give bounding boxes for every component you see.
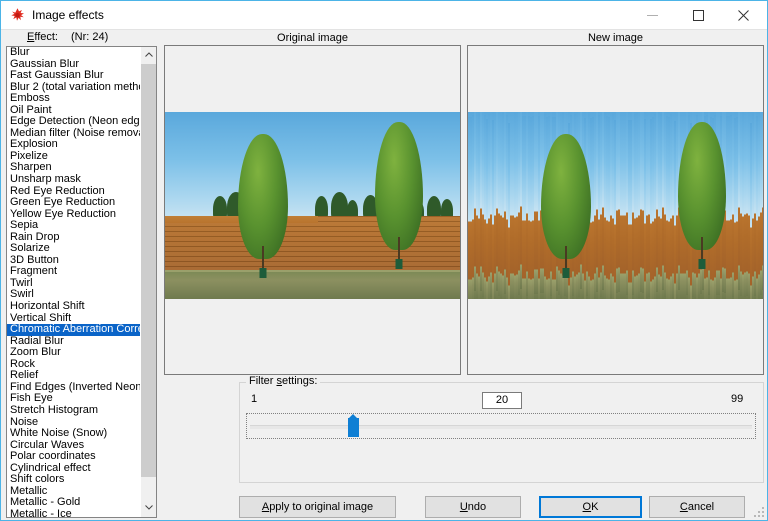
- tree-crown: [541, 134, 591, 259]
- slider-track[interactable]: [250, 425, 752, 429]
- effect-list-item[interactable]: Find Edges (Inverted Neon edge): [7, 382, 141, 394]
- effect-list-item[interactable]: Stretch Histogram: [7, 405, 141, 417]
- filter-slider[interactable]: [246, 413, 756, 439]
- scroll-down-button[interactable]: [141, 500, 156, 517]
- effect-list-item[interactable]: 3D Button: [7, 255, 141, 267]
- new-image-caption: New image: [587, 32, 644, 44]
- effect-number-label: (Nr: 24): [71, 31, 109, 43]
- effect-list-item[interactable]: Fish Eye: [7, 393, 141, 405]
- splat-icon: [9, 7, 26, 24]
- effect-list-item[interactable]: Shift colors: [7, 474, 141, 486]
- original-image-caption: Original image: [277, 32, 348, 44]
- tree-left: [238, 134, 288, 278]
- effect-label: Effect:: [27, 31, 58, 43]
- effect-list-scrollbar[interactable]: [140, 47, 156, 517]
- slider-thumb[interactable]: [348, 414, 359, 437]
- effect-list-item[interactable]: Blur 2 (total variation method): [7, 82, 141, 94]
- effect-list-item[interactable]: Metallic: [7, 486, 141, 498]
- minimize-button[interactable]: [630, 1, 675, 29]
- effect-list-item[interactable]: Twirl: [7, 278, 141, 290]
- chevron-up-icon: [145, 52, 153, 57]
- filter-settings-caption: Filter settings:: [246, 375, 321, 387]
- effect-list-item[interactable]: Yellow Eye Reduction: [7, 209, 141, 221]
- effect-list-item[interactable]: Vertical Shift: [7, 313, 141, 325]
- cancel-button[interactable]: Cancel: [649, 496, 745, 518]
- window-title: Image effects: [32, 8, 104, 22]
- effect-list-item[interactable]: Relief: [7, 370, 141, 382]
- ground: [165, 272, 460, 299]
- effect-list-item[interactable]: Unsharp mask: [7, 174, 141, 186]
- effect-list-item[interactable]: Oil Paint: [7, 105, 141, 117]
- scrollbar-thumb[interactable]: [141, 64, 156, 477]
- tree-crown: [375, 122, 423, 250]
- effect-list-item[interactable]: Median filter (Noise removal): [7, 128, 141, 140]
- new-image-pane: [467, 45, 764, 375]
- tree-right: [678, 122, 726, 269]
- original-image-pane: [164, 45, 461, 375]
- title-bar: Image effects: [1, 1, 767, 30]
- effect-list-item[interactable]: Sharpen: [7, 162, 141, 174]
- effect-list-item[interactable]: Fragment: [7, 266, 141, 278]
- effect-list-item[interactable]: Noise: [7, 417, 141, 429]
- effect-list-item[interactable]: Metallic - Gold: [7, 497, 141, 509]
- effect-list-item[interactable]: Explosion: [7, 139, 141, 151]
- effect-list-item[interactable]: Edge Detection (Neon edge): [7, 116, 141, 128]
- effect-list-item[interactable]: Emboss: [7, 93, 141, 105]
- maximize-icon: [693, 9, 704, 21]
- effect-list-item[interactable]: Pixelize: [7, 151, 141, 163]
- chevron-down-icon: [145, 505, 153, 510]
- image-effects-window: Image effects Effect: (Nr: 24) Blur Gauss…: [0, 0, 768, 521]
- slider-max-label: 99: [731, 393, 744, 405]
- effect-list-item[interactable]: Radial Blur: [7, 336, 141, 348]
- effect-list-item[interactable]: Zoom Blur: [7, 347, 141, 359]
- ground: [468, 272, 763, 299]
- tree-left: [541, 134, 591, 278]
- tree-pot: [562, 268, 570, 278]
- effect-list-item[interactable]: Sepia: [7, 220, 141, 232]
- tree-pot: [395, 259, 403, 269]
- close-button[interactable]: [721, 1, 766, 29]
- effect-list-items[interactable]: Blur Gaussian Blur Fast Gaussian Blur Blur …: [7, 47, 141, 517]
- apply-to-original-image-button[interactable]: Apply to original image: [239, 496, 396, 518]
- effect-list-item[interactable]: Circular Waves: [7, 440, 141, 452]
- effect-list-item[interactable]: Blur: [7, 47, 141, 59]
- undo-button[interactable]: Undo: [425, 496, 521, 518]
- effect-list-item[interactable]: Polar coordinates: [7, 451, 141, 463]
- new-image-photo: [468, 112, 763, 299]
- tree-crown: [238, 134, 288, 259]
- tree-right: [375, 122, 423, 269]
- filter-value-input[interactable]: 20: [482, 392, 522, 409]
- effect-list-item[interactable]: Green Eye Reduction: [7, 197, 141, 209]
- tree-crown: [678, 122, 726, 250]
- effect-list-item[interactable]: Metallic - Ice: [7, 509, 141, 517]
- maximize-button[interactable]: [676, 1, 721, 29]
- minimize-icon: [647, 14, 658, 16]
- effect-list-item[interactable]: White Noise (Snow): [7, 428, 141, 440]
- effect-list-item[interactable]: Rock: [7, 359, 141, 371]
- effect-list-item[interactable]: Gaussian Blur: [7, 59, 141, 71]
- original-image-photo: [165, 112, 460, 299]
- close-icon: [738, 9, 749, 21]
- effect-list-item[interactable]: Horizontal Shift: [7, 301, 141, 313]
- effect-list-item[interactable]: Solarize: [7, 243, 141, 255]
- effect-list-item[interactable]: Rain Drop: [7, 232, 141, 244]
- effect-listbox[interactable]: Blur Gaussian Blur Fast Gaussian Blur Blur …: [6, 46, 157, 518]
- effect-list-item[interactable]: Cylindrical effect: [7, 463, 141, 475]
- tree-pot: [698, 259, 706, 269]
- effect-list-item[interactable]: Chromatic Aberration Correction: [7, 324, 141, 336]
- resize-grip[interactable]: [752, 505, 765, 518]
- effect-list-item[interactable]: Red Eye Reduction: [7, 186, 141, 198]
- slider-min-label: 1: [251, 393, 258, 405]
- scroll-up-button[interactable]: [141, 47, 156, 64]
- effect-list-item[interactable]: Fast Gaussian Blur: [7, 70, 141, 82]
- effect-list-item[interactable]: Swirl: [7, 289, 141, 301]
- ok-button[interactable]: OK: [539, 496, 642, 518]
- tree-pot: [259, 268, 267, 278]
